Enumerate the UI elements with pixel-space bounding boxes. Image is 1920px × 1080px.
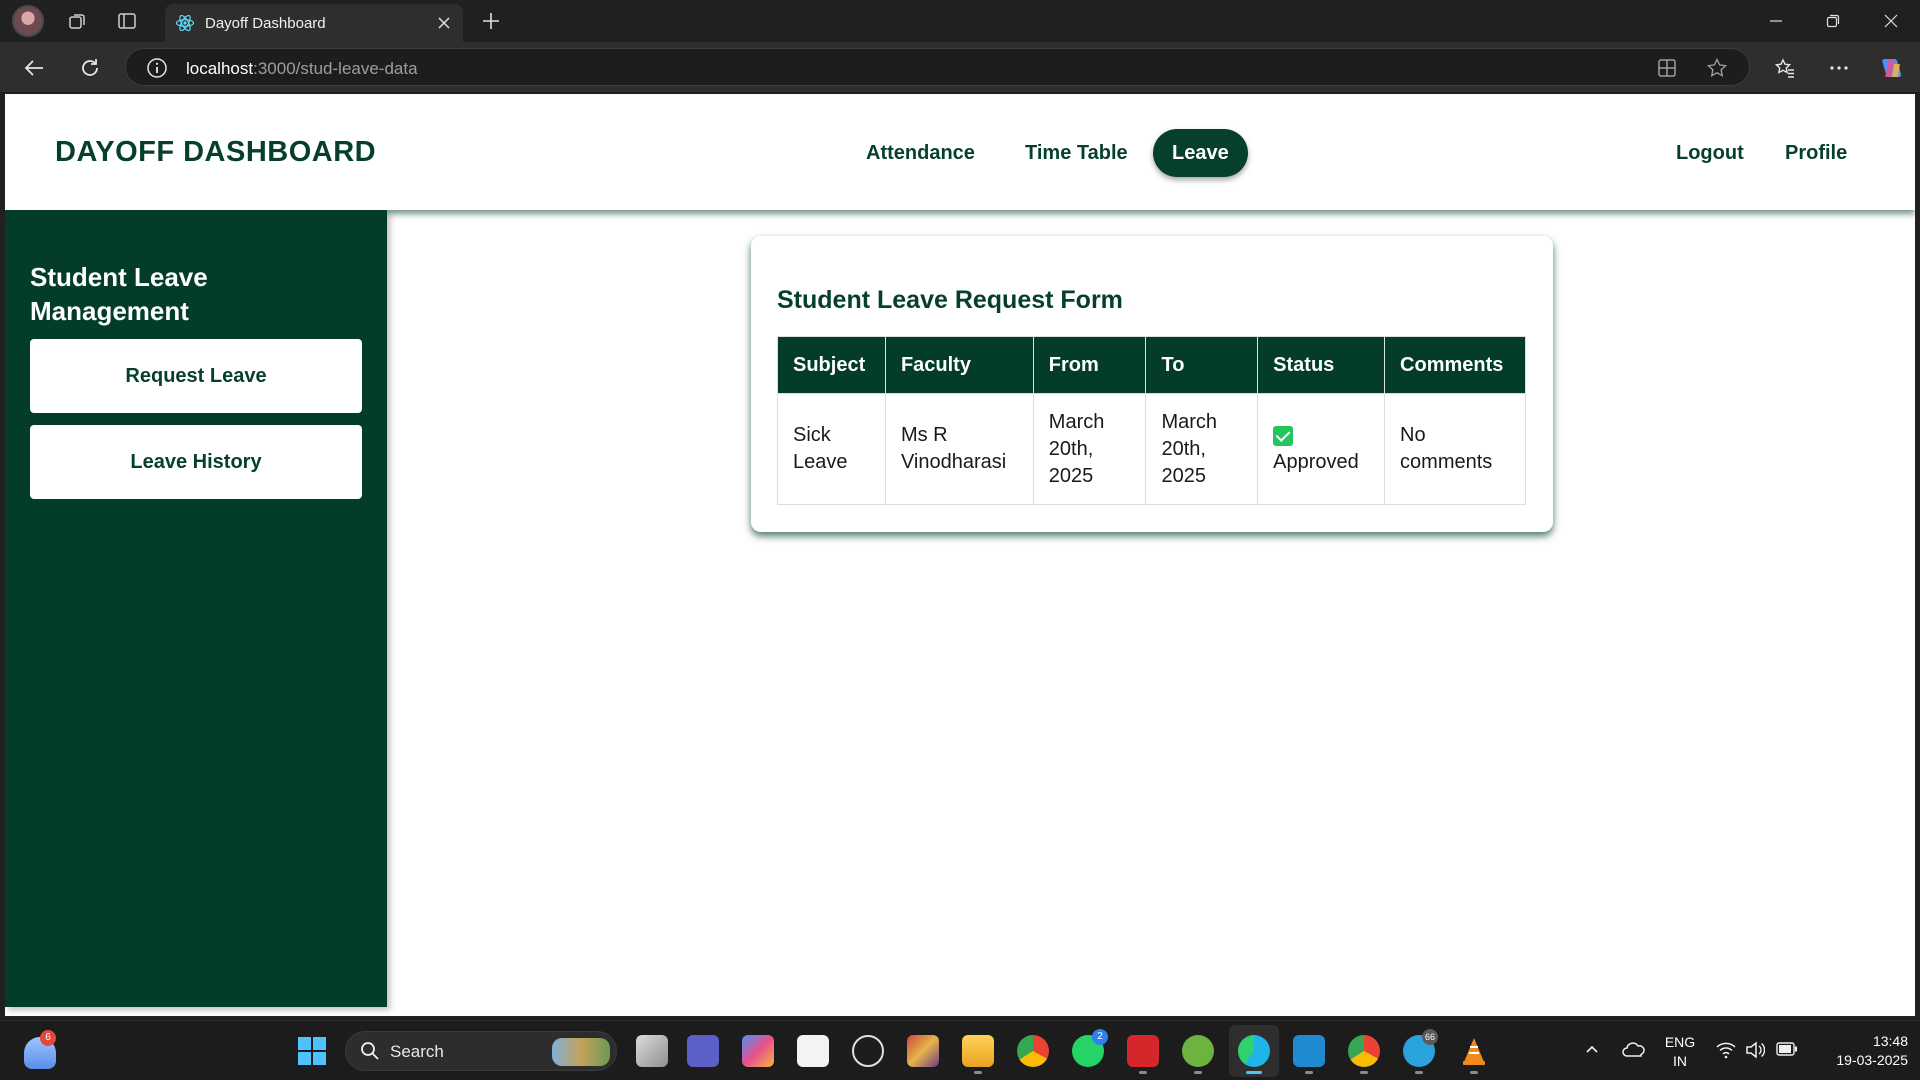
clock-date: 19-03-2025 (1836, 1052, 1908, 1068)
nav-attendance[interactable]: Attendance (847, 129, 994, 177)
nav-leave[interactable]: Leave (1153, 129, 1248, 177)
browser-tab-bar: Dayoff Dashboard (0, 0, 1920, 42)
leave-request-card: Student Leave Request Form Subject Facul… (751, 236, 1553, 532)
vscode-icon[interactable] (1293, 1035, 1325, 1067)
status-text: Approved (1273, 451, 1359, 473)
site-info-icon[interactable] (146, 57, 168, 84)
sidebar: Student Leave Management Request Leave L… (5, 210, 387, 1007)
column-header-status: Status (1257, 336, 1386, 394)
taskbar-search[interactable]: Search (345, 1031, 617, 1071)
running-indicator (1194, 1071, 1202, 1074)
new-tab-icon[interactable] (476, 6, 506, 36)
running-indicator (1360, 1071, 1368, 1074)
telegram-badge: 66 (1422, 1029, 1438, 1045)
search-icon (360, 1041, 380, 1066)
url-host: localhost (186, 59, 254, 78)
running-indicator (1139, 1071, 1147, 1074)
card-title: Student Leave Request Form (777, 286, 1123, 314)
cell-to: March 20th, 2025 (1145, 393, 1259, 505)
approved-check-icon (1273, 425, 1294, 446)
restore-icon[interactable] (1811, 6, 1855, 36)
whatsapp-badge: 2 (1092, 1029, 1108, 1045)
page-viewport: DAYOFF DASHBOARD Attendance Time Table L… (5, 94, 1915, 1016)
cell-from: March 20th, 2025 (1032, 393, 1147, 505)
url-path: :3000/stud-leave-data (253, 59, 418, 78)
column-header-to: To (1145, 336, 1259, 394)
running-indicator (974, 1071, 982, 1074)
minimize-icon[interactable] (1754, 6, 1798, 36)
workspaces-icon[interactable] (63, 6, 93, 36)
edge-icon[interactable] (1238, 1035, 1270, 1067)
profile-avatar-icon[interactable] (12, 5, 44, 37)
column-header-comments: Comments (1384, 336, 1526, 394)
start-windows-icon[interactable] (296, 1035, 328, 1067)
cell-faculty: Ms R Vinodharasi (884, 393, 1034, 505)
vlc-icon[interactable] (1458, 1035, 1490, 1067)
vertical-tabs-icon[interactable] (112, 6, 142, 36)
favorites-icon[interactable] (1769, 52, 1801, 84)
brand-title[interactable]: DAYOFF DASHBOARD (55, 136, 376, 169)
nav-profile[interactable]: Profile (1766, 129, 1866, 177)
clock[interactable]: 13:48 19-03-2025 (1812, 1032, 1908, 1070)
volume-icon[interactable] (1745, 1041, 1766, 1064)
leave-history-button[interactable]: Leave History (30, 425, 362, 499)
acrobat-icon[interactable] (1127, 1035, 1159, 1067)
more-options-icon[interactable] (1823, 52, 1855, 84)
store-icon[interactable] (797, 1035, 829, 1067)
cell-comments: No comments (1384, 393, 1526, 505)
chrome-profile-icon[interactable] (1348, 1035, 1380, 1067)
spring-tool-icon[interactable] (1182, 1035, 1214, 1067)
column-header-faculty: Faculty (884, 336, 1034, 394)
language-primary: ENG (1664, 1034, 1696, 1050)
cell-status: Approved (1257, 393, 1386, 505)
search-label: Search (390, 1042, 444, 1061)
column-header-from: From (1032, 336, 1147, 394)
tab-title: Dayoff Dashboard (205, 15, 326, 32)
table-header-row: Subject Faculty From To Status Comments (777, 336, 1526, 394)
nav-logout[interactable]: Logout (1657, 129, 1763, 177)
table-row: Sick Leave Ms R Vinodharasi March 20th, … (777, 393, 1526, 505)
dell-icon[interactable] (852, 1035, 884, 1067)
search-highlight-icon (552, 1038, 610, 1066)
sidebar-title: Student Leave Management (30, 262, 208, 326)
windows-taskbar: 6 Search 2 66 ENG IN 13:48 19-03-2025 (0, 1020, 1920, 1080)
leave-table: Subject Faculty From To Status Comments … (777, 336, 1526, 505)
copilot-icon[interactable] (1876, 52, 1908, 84)
close-window-icon[interactable] (1869, 6, 1913, 36)
task-view-icon[interactable] (636, 1035, 668, 1067)
url-field[interactable]: localhost:3000/stud-leave-data (125, 48, 1750, 86)
game-app-icon[interactable] (907, 1035, 939, 1067)
nav-timetable[interactable]: Time Table (1006, 129, 1147, 177)
active-indicator (1246, 1071, 1262, 1074)
app-header: DAYOFF DASHBOARD Attendance Time Table L… (5, 94, 1915, 210)
react-favicon-icon (175, 13, 195, 38)
tab-close-icon[interactable] (433, 12, 455, 34)
teams-icon[interactable] (687, 1035, 719, 1067)
refresh-icon[interactable] (74, 52, 106, 84)
url-text: localhost:3000/stud-leave-data (186, 59, 418, 79)
back-arrow-icon[interactable] (18, 52, 50, 84)
battery-icon[interactable] (1776, 1042, 1798, 1061)
favorite-star-icon[interactable] (1706, 57, 1728, 84)
running-indicator (1305, 1071, 1313, 1074)
browser-tab-active[interactable]: Dayoff Dashboard (165, 4, 463, 42)
running-indicator (1470, 1071, 1478, 1074)
browser-address-bar: localhost:3000/stud-leave-data (0, 42, 1920, 92)
request-leave-button[interactable]: Request Leave (30, 339, 362, 413)
file-explorer-icon[interactable] (962, 1035, 994, 1067)
chrome-icon[interactable] (1017, 1035, 1049, 1067)
split-screen-icon[interactable] (1656, 57, 1678, 84)
language-secondary: IN (1673, 1053, 1687, 1069)
weather-badge: 6 (40, 1030, 56, 1046)
wifi-icon[interactable] (1716, 1041, 1736, 1064)
running-indicator (1415, 1071, 1423, 1074)
column-header-subject: Subject (777, 336, 886, 394)
copilot-app-icon[interactable] (742, 1035, 774, 1067)
clock-time: 13:48 (1872, 1033, 1908, 1049)
onedrive-icon[interactable] (1622, 1039, 1646, 1066)
show-hidden-icons-chevron-icon[interactable] (1584, 1041, 1600, 1062)
language-indicator[interactable]: ENG IN (1662, 1033, 1698, 1071)
cell-subject: Sick Leave (777, 393, 886, 505)
